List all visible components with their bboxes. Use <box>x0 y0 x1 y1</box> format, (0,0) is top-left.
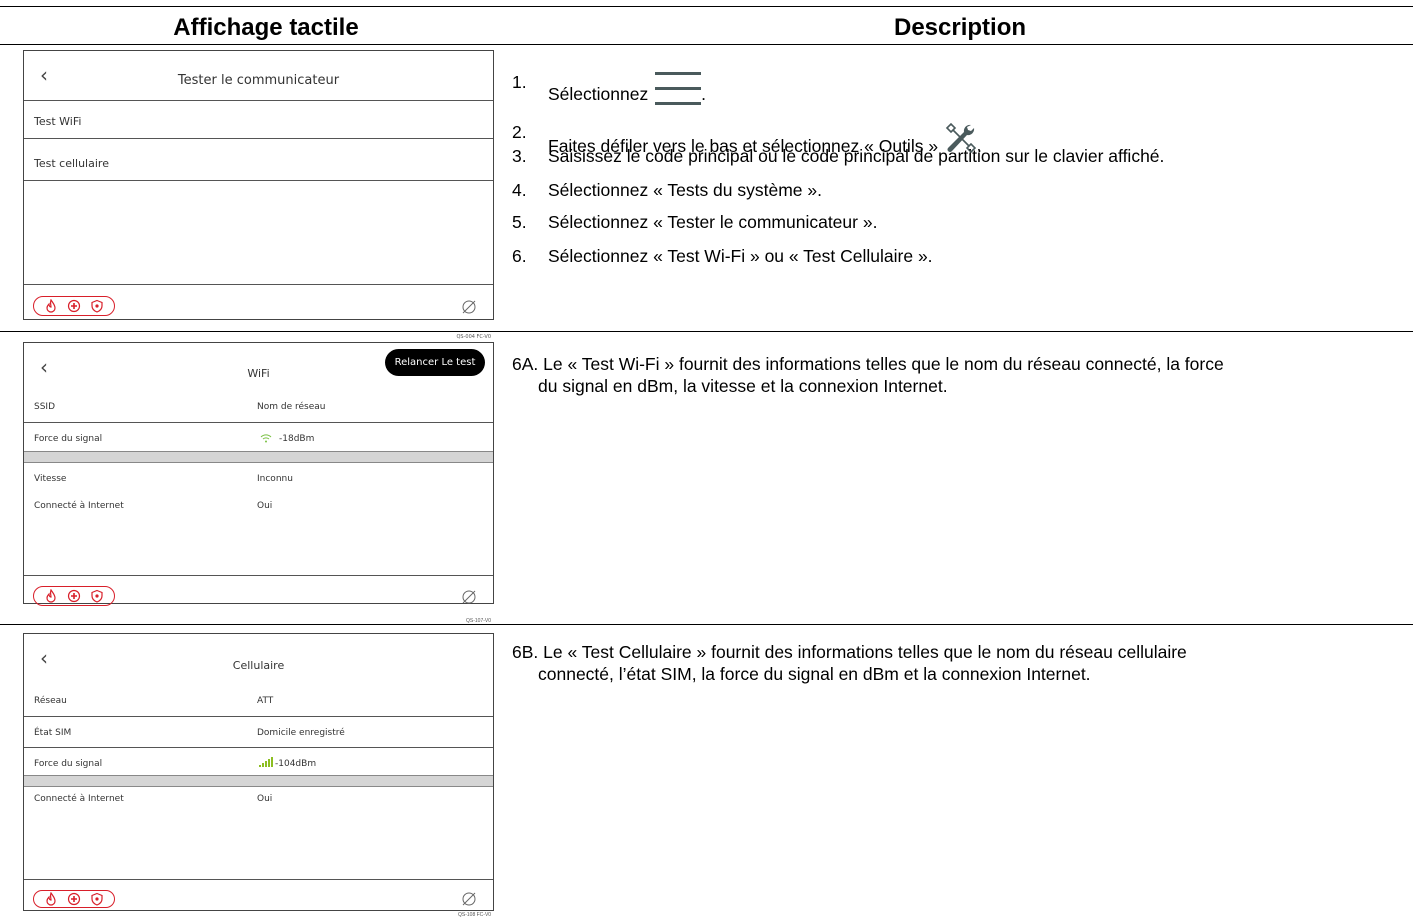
row-value-internet: Oui <box>257 501 273 511</box>
step-number: 1. <box>512 72 527 92</box>
emergency-buttons[interactable] <box>33 890 115 908</box>
row-label-internet: Connecté à Internet <box>34 501 124 511</box>
row-label-speed: Vitesse <box>34 474 67 484</box>
figure-code: QS-107-V0 <box>466 618 492 624</box>
step-6: Sélectionnez « Test Wi-Fi » ou « Test Ce… <box>548 246 933 266</box>
row-value-sim: Domicile enregistré <box>257 728 345 738</box>
step-number: 4. <box>512 180 527 200</box>
medical-icon[interactable] <box>67 589 81 603</box>
step-4: Sélectionnez « Tests du système ». <box>548 180 822 200</box>
row-value-internet: Oui <box>257 794 273 804</box>
step-5: Sélectionnez « Tester le communicateur »… <box>548 212 878 232</box>
header-rule <box>0 44 1413 45</box>
row-label-signal: Force du signal <box>34 759 103 769</box>
medical-icon[interactable] <box>67 299 81 313</box>
step-1-text: Sélectionnez <box>548 84 649 104</box>
description-6a-line2: du signal en dBm, la vitesse et la conne… <box>538 376 948 396</box>
row-value-signal: -18dBm <box>279 434 315 444</box>
divider <box>24 180 493 181</box>
step-number: 3. <box>512 146 527 166</box>
row-label-ssid: SSID <box>34 402 56 412</box>
emergency-buttons[interactable] <box>33 296 115 316</box>
police-icon[interactable] <box>90 892 104 906</box>
police-icon[interactable] <box>90 299 104 313</box>
bypass-icon[interactable] <box>461 299 477 315</box>
row-label-internet: Connecté à Internet <box>34 794 124 804</box>
column-header-display: Affichage tactile <box>173 14 359 41</box>
row-value-signal: -104dBm <box>275 759 317 769</box>
divider <box>24 747 493 748</box>
section-separator <box>24 451 493 463</box>
bypass-icon[interactable] <box>461 589 477 605</box>
row-label-sim: État SIM <box>34 728 72 738</box>
bypass-icon[interactable] <box>461 891 477 907</box>
divider <box>24 716 493 717</box>
row-rule-1 <box>0 331 1413 332</box>
figure-code: QS-108 FC-V0 <box>458 912 492 918</box>
figure-code: QS-004 FC-V0 <box>456 334 491 340</box>
fire-icon[interactable] <box>44 299 58 313</box>
police-icon[interactable] <box>90 589 104 603</box>
table-top-rule <box>0 6 1413 7</box>
step-number: 5. <box>512 212 527 232</box>
step-3: Saisissez le code principal ou le code p… <box>548 146 1165 166</box>
column-header-description: Description <box>893 14 1027 41</box>
row-value-speed: Inconnu <box>257 474 293 484</box>
row-rule-2 <box>0 624 1413 625</box>
divider <box>24 575 493 576</box>
divider <box>24 284 493 285</box>
row-value-ssid: Nom de réseau <box>257 402 326 412</box>
menu-item-test-cellular[interactable]: Test cellulaire <box>34 157 109 170</box>
divider <box>24 138 493 139</box>
wifi-signal-icon <box>260 434 272 443</box>
description-6b-line2: connecté, l’état SIM, la force du signal… <box>538 664 1091 684</box>
screen-tester-communicateur: ‹ Tester le communicateur Test WiFi Test… <box>23 50 494 340</box>
menu-item-test-wifi[interactable]: Test WiFi <box>34 115 81 128</box>
screen-wifi-test: ‹ WiFi Relancer Le test SSID Nom de rése… <box>23 342 494 606</box>
description-6b-line1: 6B. Le « Test Cellulaire » fournit des i… <box>512 642 1187 662</box>
row-label-network: Réseau <box>34 696 67 706</box>
menu-icon <box>655 72 702 105</box>
divider <box>24 879 493 880</box>
step-number: 6. <box>512 246 527 266</box>
cell-signal-icon <box>259 757 273 767</box>
screen-title: Tester le communicateur <box>177 73 340 88</box>
step-1: Sélectionnez . <box>548 72 706 106</box>
divider <box>24 100 493 101</box>
description-6a-line1: 6A. Le « Test Wi-Fi » fournit des inform… <box>512 354 1224 374</box>
section-separator <box>24 775 493 787</box>
fire-icon[interactable] <box>44 892 58 906</box>
step-1-suffix: . <box>701 84 706 104</box>
fire-icon[interactable] <box>44 589 58 603</box>
screen-title: Cellulaire <box>232 659 285 672</box>
step-number: 2. <box>512 122 527 142</box>
divider <box>24 422 493 423</box>
rerun-test-button[interactable]: Relancer Le test <box>385 349 485 376</box>
row-value-network: ATT <box>257 696 274 706</box>
emergency-buttons[interactable] <box>33 586 115 606</box>
screen-cellular-test: ‹ Cellulaire Réseau ATT État SIM Domicil… <box>23 633 494 911</box>
row-label-signal: Force du signal <box>34 434 103 444</box>
medical-icon[interactable] <box>67 892 81 906</box>
